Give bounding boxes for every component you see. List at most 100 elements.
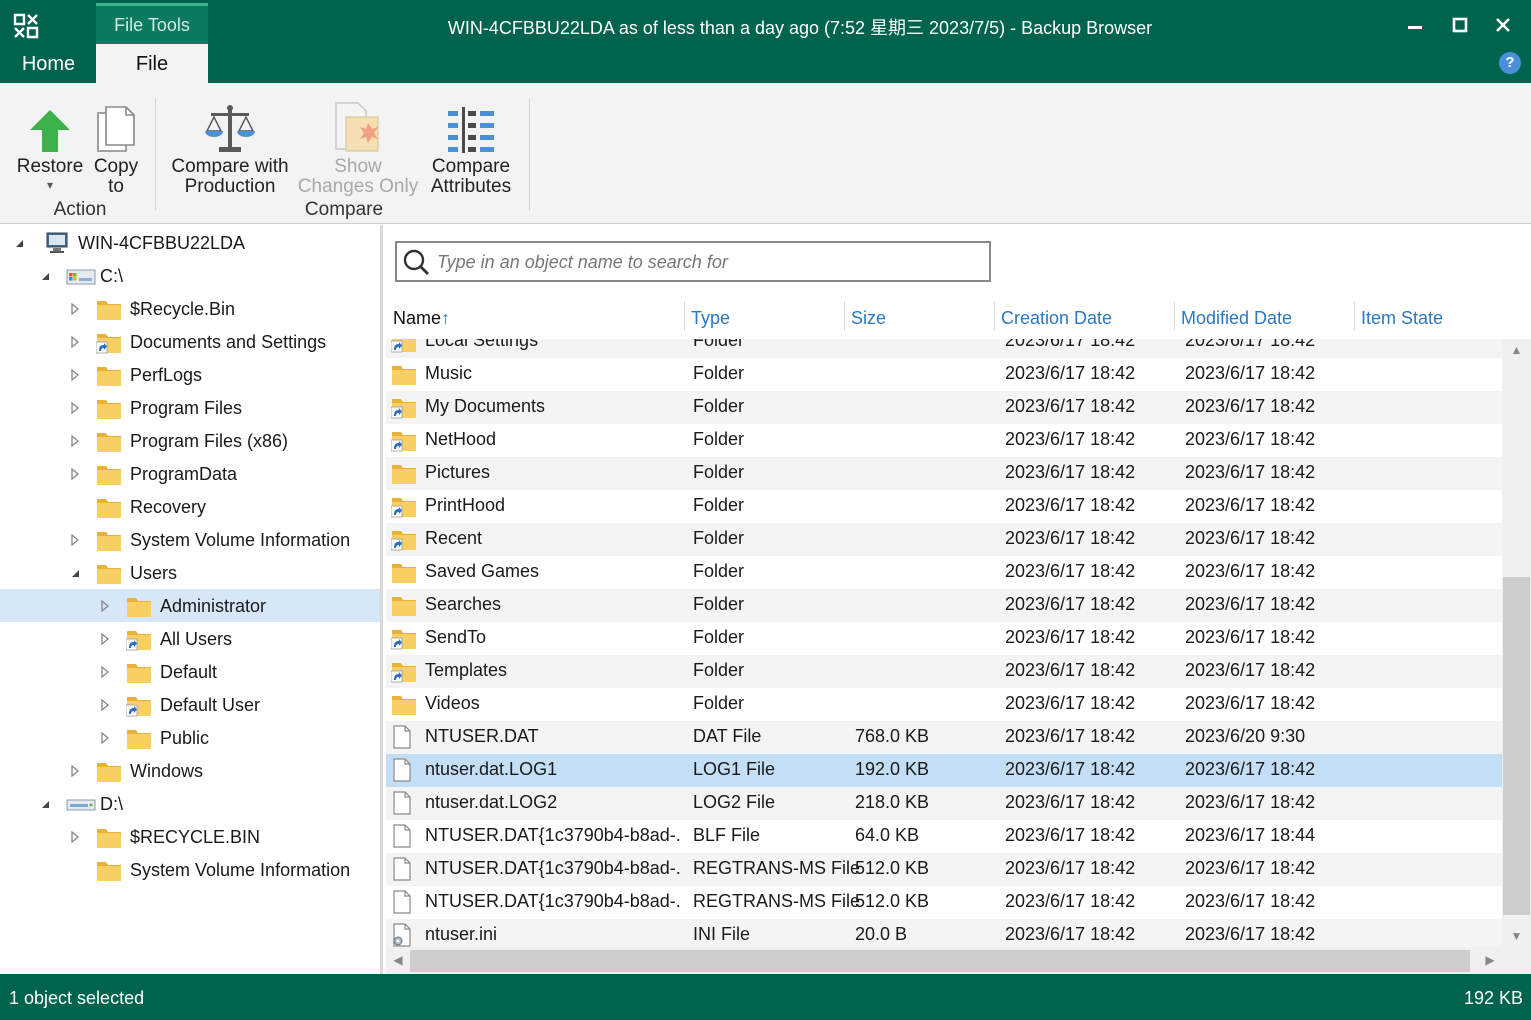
tree-node[interactable]: WIN-4CFBBU22LDA [0, 226, 380, 259]
tree-node[interactable]: Documents and Settings [0, 325, 380, 358]
tree-node[interactable]: All Users [0, 622, 380, 655]
tree-collapsed-icon[interactable] [98, 632, 112, 646]
table-row[interactable]: NTUSER.DAT{1c3790b4-b8ad-... REGTRANS-MS … [386, 853, 1502, 886]
tree-node[interactable]: System Volume Information [0, 523, 380, 556]
table-row[interactable]: ntuser.dat.LOG2 LOG2 File 218.0 KB 2023/6/1… [386, 787, 1502, 820]
table-row[interactable]: NetHood Folder 2023/6/17 18:42 2023/6/17 18… [386, 424, 1502, 457]
table-row[interactable]: Recent Folder 2023/6/17 18:42 2023/6/17 18:… [386, 523, 1502, 556]
table-row[interactable]: Music Folder 2023/6/17 18:42 2023/6/17 18:4… [386, 358, 1502, 391]
column-type[interactable]: Type [684, 299, 844, 339]
type-cell: BLF File [693, 825, 761, 845]
tree-expanded-icon[interactable] [68, 566, 82, 580]
tree-node[interactable]: Users [0, 556, 380, 589]
search-input[interactable] [437, 249, 977, 275]
tree-collapsed-icon[interactable] [98, 665, 112, 679]
table-row[interactable]: SendTo Folder 2023/6/17 18:42 2023/6/17 18:… [386, 622, 1502, 655]
column-divider[interactable] [994, 301, 995, 331]
table-row[interactable]: NTUSER.DAT{1c3790b4-b8ad-... REGTRANS-MS … [386, 886, 1502, 919]
tree-node[interactable]: Default User [0, 688, 380, 721]
tree-node[interactable]: C:\ [0, 259, 380, 292]
show-changes-icon [335, 102, 379, 152]
tree-collapsed-icon[interactable] [98, 599, 112, 613]
column-header-label: Item State [1361, 308, 1444, 328]
tree-node[interactable]: Recovery [0, 490, 380, 523]
column-divider[interactable] [684, 301, 685, 331]
search-box[interactable] [395, 241, 991, 282]
tree-expanded-icon[interactable] [12, 236, 26, 250]
tree-node[interactable]: Administrator [0, 589, 380, 622]
scroll-left-icon[interactable]: ◀ [386, 947, 410, 974]
tree-node[interactable]: $RECYCLE.BIN [0, 820, 380, 853]
table-row[interactable]: ntuser.ini INI File 20.0 B 2023/6/17 18:42 2… [386, 919, 1502, 947]
vertical-scrollbar[interactable]: ▲ ▼ [1502, 339, 1531, 947]
tree-collapsed-icon[interactable] [68, 764, 82, 778]
show-changes-only-button[interactable]: Show Changes Only [297, 95, 419, 197]
tree-node[interactable]: $Recycle.Bin [0, 292, 380, 325]
compare-with-production-button[interactable]: Compare with Production [163, 95, 297, 197]
close-button[interactable] [1483, 8, 1523, 42]
tab-file[interactable]: File [96, 44, 208, 83]
tree-node[interactable]: Program Files [0, 391, 380, 424]
column-modified-date[interactable]: Modified Date [1174, 299, 1354, 339]
type-cell: Folder [693, 693, 745, 713]
tree-collapsed-icon[interactable] [68, 830, 82, 844]
table-row[interactable]: Local Settings Folder 2023/6/17 18:42 2023/… [386, 339, 1502, 358]
tree-node[interactable]: D:\ [0, 787, 380, 820]
table-row[interactable]: NTUSER.DAT DAT File 768.0 KB 2023/6/17 18:4… [386, 721, 1502, 754]
name-cell: Recent [425, 528, 483, 548]
tree-node-label: Program Files (x86) [130, 431, 289, 451]
column-size[interactable]: Size [844, 299, 994, 339]
tree-collapsed-icon[interactable] [68, 401, 82, 415]
compare-attributes-button[interactable]: Compare Attributes [423, 95, 519, 197]
folder-shortcut-icon [390, 659, 416, 683]
scroll-right-icon[interactable]: ▶ [1478, 947, 1502, 974]
tree-collapsed-icon[interactable] [98, 731, 112, 745]
tree-collapsed-icon[interactable] [68, 533, 82, 547]
minimize-button[interactable] [1395, 8, 1435, 42]
tree-collapsed-icon[interactable] [68, 335, 82, 349]
tree-node[interactable]: Windows [0, 754, 380, 787]
column-name[interactable]: Name↑ [386, 299, 684, 339]
tree-collapsed-icon[interactable] [98, 698, 112, 712]
table-row[interactable]: Templates Folder 2023/6/17 18:42 2023/6/17 … [386, 655, 1502, 688]
tree-node[interactable]: Public [0, 721, 380, 754]
folder-icon [391, 560, 416, 584]
table-row[interactable]: Pictures Folder 2023/6/17 18:42 2023/6/17 1… [386, 457, 1502, 490]
tree-node[interactable]: System Volume Information [0, 853, 380, 886]
table-row[interactable]: NTUSER.DAT{1c3790b4-b8ad-... BLF File 64.0… [386, 820, 1502, 853]
table-row[interactable]: My Documents Folder 2023/6/17 18:42 2023/6/… [386, 391, 1502, 424]
copy-to-button[interactable]: Copy to [88, 95, 144, 197]
column-divider[interactable] [1354, 301, 1355, 331]
tree-collapsed-icon[interactable] [68, 434, 82, 448]
name-cell: My Documents [425, 396, 546, 416]
horizontal-scrollbar[interactable]: ◀ ▶ [386, 947, 1502, 974]
restore-button[interactable]: Restore ▾ [14, 95, 86, 193]
scroll-down-icon[interactable]: ▼ [1502, 925, 1531, 947]
tree-node[interactable]: PerfLogs [0, 358, 380, 391]
scroll-up-icon[interactable]: ▲ [1502, 339, 1531, 361]
tree-node[interactable]: Program Files (x86) [0, 424, 380, 457]
tree-node[interactable]: ProgramData [0, 457, 380, 490]
column-item-state[interactable]: Item State [1354, 299, 1502, 339]
column-creation-date[interactable]: Creation Date [994, 299, 1174, 339]
tree-expanded-icon[interactable] [38, 269, 52, 283]
column-divider[interactable] [844, 301, 845, 331]
column-divider[interactable] [1174, 301, 1175, 331]
tree-collapsed-icon[interactable] [68, 368, 82, 382]
table-row[interactable]: Saved Games Folder 2023/6/17 18:42 2023/6/1… [386, 556, 1502, 589]
tree-collapsed-icon[interactable] [68, 302, 82, 316]
tree-collapsed-icon[interactable] [68, 467, 82, 481]
tree-expanded-icon[interactable] [38, 797, 52, 811]
tab-home[interactable]: Home [0, 44, 97, 83]
vertical-scroll-thumb[interactable] [1503, 577, 1530, 915]
help-button[interactable]: ? [1499, 52, 1521, 74]
table-row[interactable]: Videos Folder 2023/6/17 18:42 2023/6/17 18:… [386, 688, 1502, 721]
tree-node[interactable]: Default [0, 655, 380, 688]
table-row[interactable]: Searches Folder 2023/6/17 18:42 2023/6/17 1… [386, 589, 1502, 622]
close-icon [1496, 18, 1510, 32]
horizontal-scroll-thumb[interactable] [410, 950, 1470, 972]
maximize-button[interactable] [1440, 8, 1480, 42]
table-row[interactable]: ntuser.dat.LOG1 LOG1 File 192.0 KB 2023/6/1… [386, 754, 1502, 787]
size-cell: 218.0 KB [855, 792, 930, 812]
table-row[interactable]: PrintHood Folder 2023/6/17 18:42 2023/6/17 … [386, 490, 1502, 523]
